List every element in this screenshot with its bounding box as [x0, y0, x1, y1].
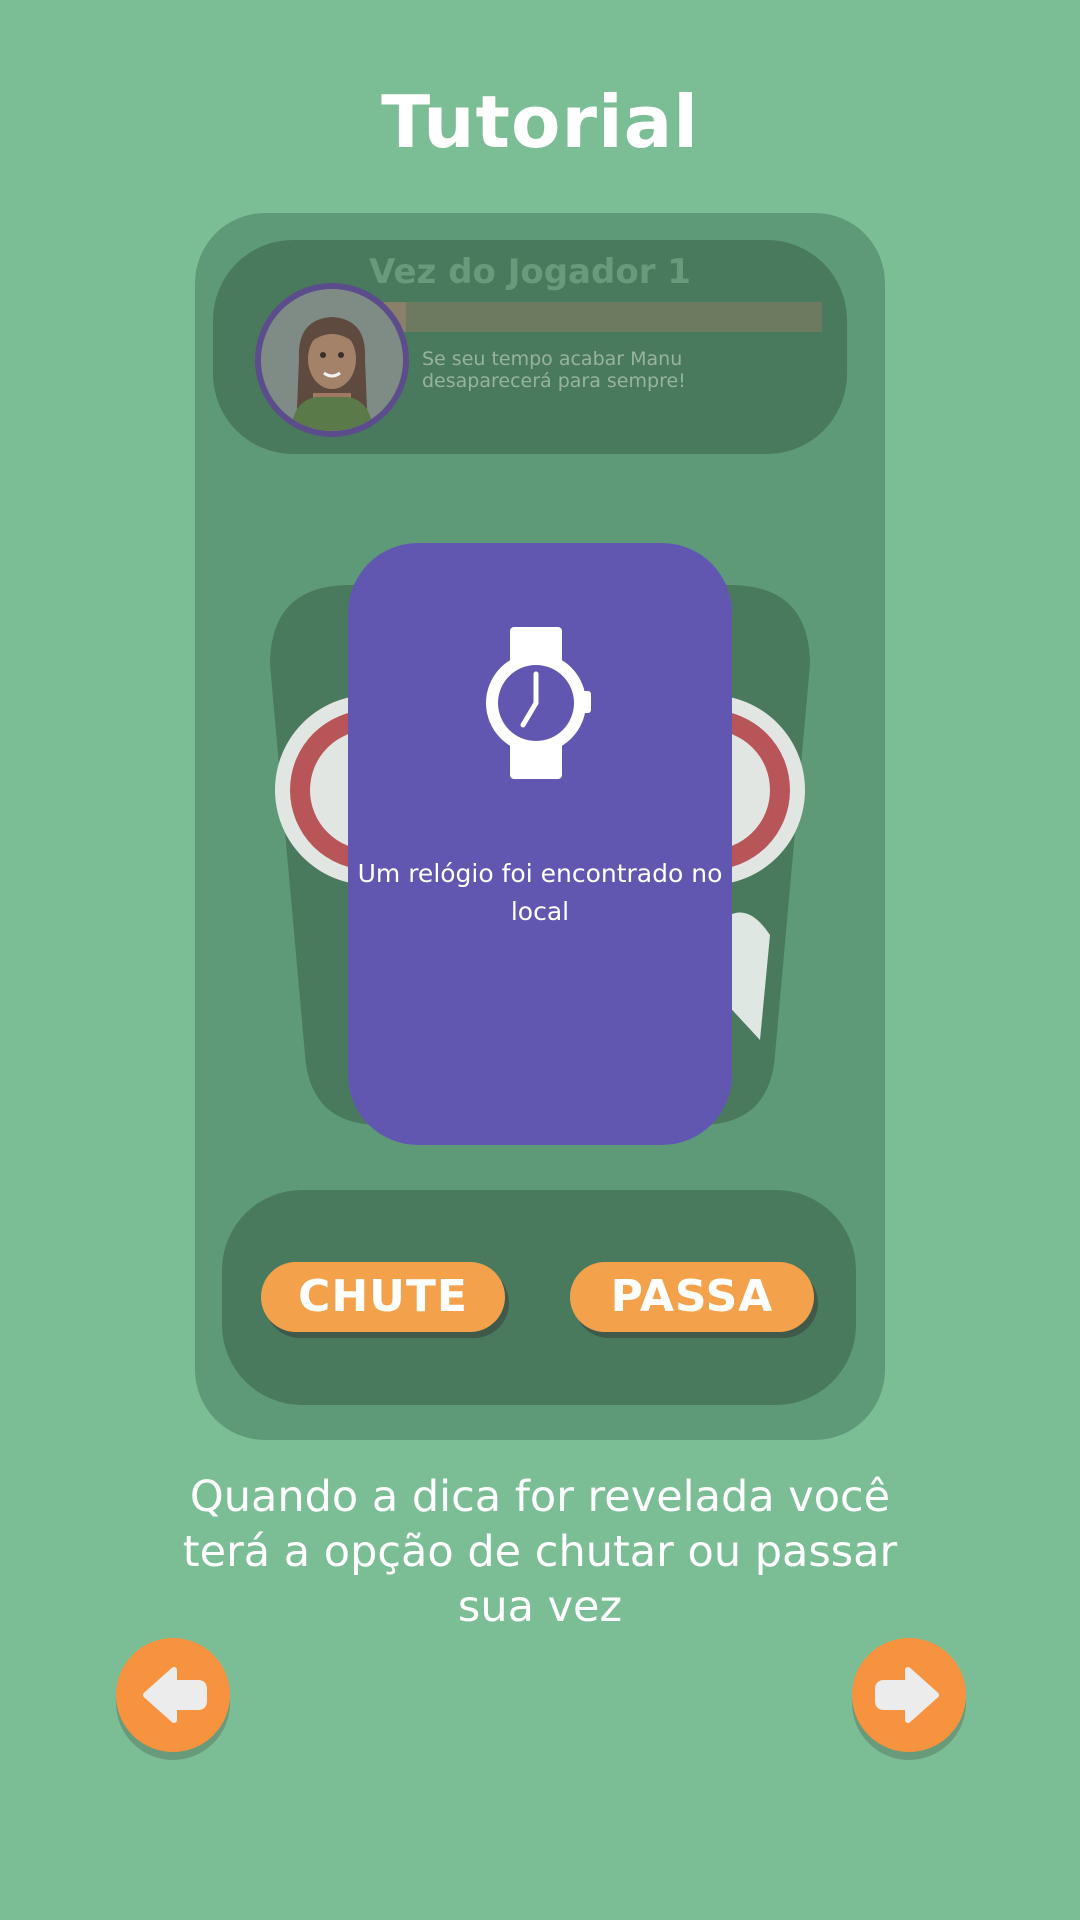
avatar	[255, 283, 409, 437]
guess-button[interactable]: CHUTE	[261, 1262, 505, 1332]
tutorial-description: Quando a dica for revelada você terá a o…	[182, 1472, 898, 1632]
arrow-left-icon	[143, 1667, 207, 1723]
next-button[interactable]	[852, 1638, 966, 1752]
watch-icon	[486, 627, 591, 779]
pass-button[interactable]: PASSA	[570, 1262, 814, 1332]
character-portrait-icon	[261, 289, 403, 431]
timer-warning-text: Se seu tempo acabar Manu desaparecerá pa…	[422, 348, 686, 392]
previous-button[interactable]	[116, 1638, 230, 1752]
clue-text: Um relógio foi encontrado no local	[357, 859, 723, 926]
page-title: Tutorial	[381, 80, 699, 164]
arrow-right-icon	[875, 1667, 939, 1723]
timer-bar	[360, 302, 822, 332]
